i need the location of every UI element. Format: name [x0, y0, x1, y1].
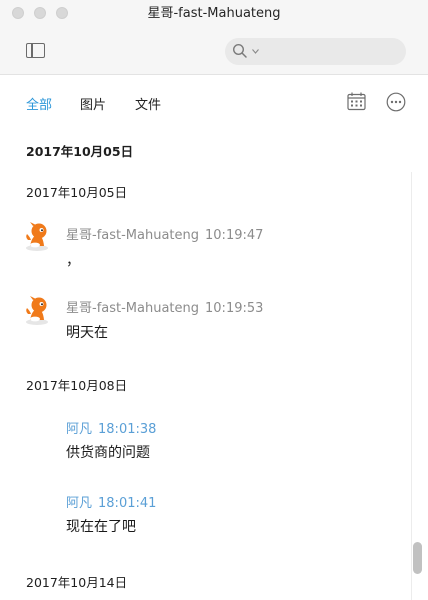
search-input[interactable] — [267, 42, 401, 63]
sender-name: 阿凡 — [66, 422, 93, 437]
message-time: 10:19:47 — [205, 228, 264, 243]
message-text: 供货商的问题 — [66, 445, 150, 461]
scrollbar-thumb[interactable] — [413, 542, 422, 574]
calendar-icon[interactable] — [347, 92, 366, 111]
tab-files[interactable]: 文件 — [135, 94, 161, 113]
message-meta: 阿凡 18:01:38 — [66, 418, 156, 437]
message-meta: 星哥-fast-Mahuateng 10:19:47 — [66, 224, 263, 243]
toolbar — [0, 28, 428, 75]
sticky-date-header: 2017年10月05日 — [26, 144, 134, 159]
search-icon[interactable] — [232, 43, 248, 59]
message-meta: 阿凡 18:01:41 — [66, 492, 156, 511]
message-time: 18:01:38 — [98, 422, 157, 437]
message-time: 18:01:41 — [98, 496, 157, 511]
tab-images[interactable]: 图片 — [80, 94, 106, 113]
message-time: 10:19:53 — [205, 301, 264, 316]
filter-tabs: 全部 图片 文件 — [0, 75, 428, 127]
sender-name: 阿凡 — [66, 496, 93, 511]
title-bar: 星哥-fast-Mahuateng — [0, 0, 428, 28]
chevron-down-icon[interactable] — [252, 49, 259, 54]
message-meta: 星哥-fast-Mahuateng 10:19:53 — [66, 297, 263, 316]
chat-history-window: 星哥-fast-Mahuateng 全部 图片 文件 2017年10月05日 2… — [0, 0, 428, 600]
sender-name: 星哥-fast-Mahuateng — [66, 228, 200, 243]
search-box[interactable] — [225, 38, 406, 65]
avatar[interactable] — [24, 296, 52, 326]
sender-name: 星哥-fast-Mahuateng — [66, 301, 200, 316]
avatar[interactable] — [24, 222, 52, 252]
sidebar-toggle-icon[interactable] — [26, 43, 45, 58]
message-text: 明天在 — [66, 325, 108, 341]
date-divider: 2017年10月05日 — [26, 185, 128, 200]
date-divider: 2017年10月08日 — [26, 378, 128, 393]
window-title: 星哥-fast-Mahuateng — [147, 6, 281, 21]
more-icon[interactable] — [386, 92, 406, 112]
message-text: 现在在了吧 — [66, 519, 136, 535]
date-divider: 2017年10月14日 — [26, 575, 128, 590]
tab-all[interactable]: 全部 — [26, 94, 52, 113]
scrollbar-track[interactable] — [411, 172, 412, 600]
message-text: ， — [66, 253, 80, 269]
